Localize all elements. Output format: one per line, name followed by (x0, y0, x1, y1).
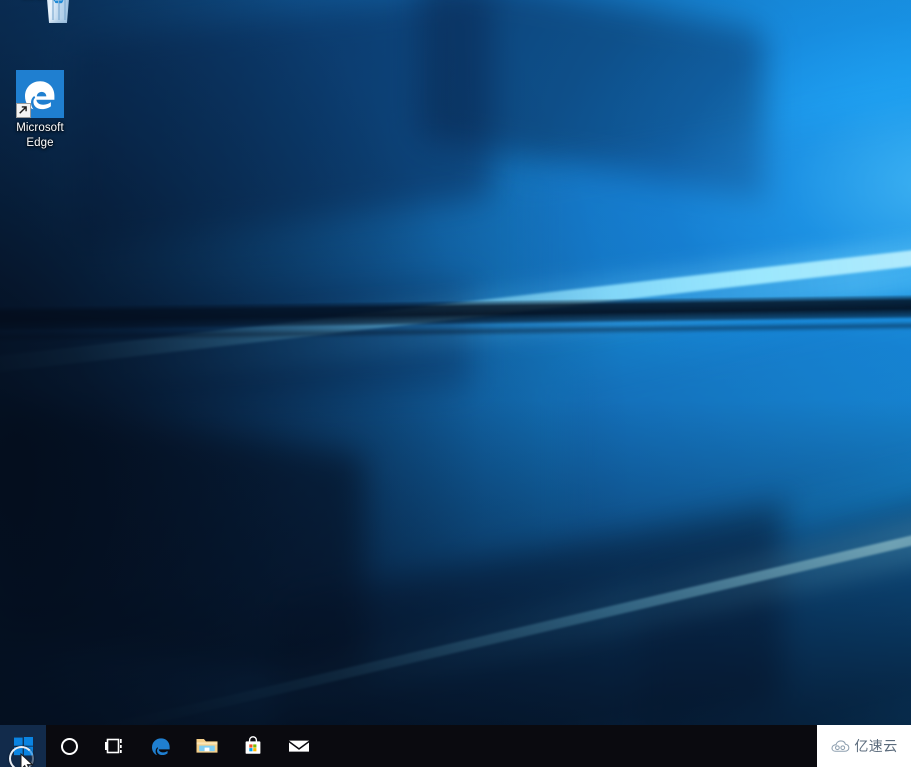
windows-logo-icon (13, 736, 33, 755)
desktop-icon-recycle-bin[interactable]: ♻ 回收站 (2, 0, 78, 23)
watermark-text: 亿速云 (854, 739, 898, 755)
cortana-circle-icon (60, 737, 78, 755)
desktop-icon-label: Microsoft Edge (2, 121, 78, 151)
folder-icon (196, 739, 218, 753)
task-view-icon (105, 738, 122, 754)
start-button[interactable] (0, 725, 46, 767)
wallpaper-vignette-bottom (0, 0, 911, 767)
taskbar-item-mail[interactable] (276, 725, 322, 767)
desktop[interactable]: ♻ 回收站 Microsoft Edge (0, 0, 911, 767)
taskbar-item-file-explorer[interactable] (184, 725, 230, 767)
edge-icon (152, 738, 170, 756)
desktop-icon-label-line2: Edge (26, 137, 54, 149)
taskbar-item-edge[interactable] (138, 725, 184, 767)
shortcut-arrow-icon (16, 103, 31, 118)
desktop-icon-microsoft-edge[interactable]: Microsoft Edge (2, 70, 78, 151)
envelope-icon (289, 740, 309, 752)
taskbar-item-cortana[interactable] (46, 725, 92, 767)
taskbar[interactable] (0, 725, 911, 767)
watermark: 亿速云 (817, 725, 911, 767)
store-bag-icon (245, 736, 261, 754)
desktop-icon-label-line1: Microsoft (16, 122, 64, 134)
taskbar-item-microsoft-store[interactable] (230, 725, 276, 767)
cloud-icon (831, 739, 850, 752)
taskbar-item-task-view[interactable] (92, 725, 138, 767)
edge-icon (2, 70, 78, 118)
